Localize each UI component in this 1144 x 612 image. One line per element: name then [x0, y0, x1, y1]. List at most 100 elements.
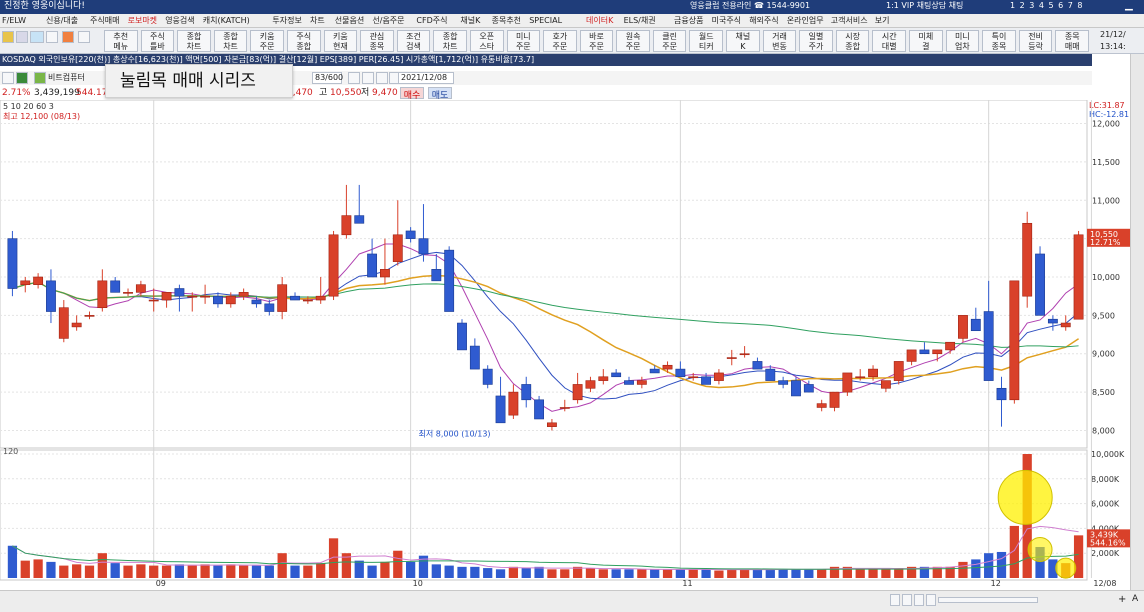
toolbar-button[interactable]: 일별 주가 — [799, 30, 833, 52]
menu-item[interactable]: 캐치(KATCH) — [203, 17, 250, 25]
zoom-in-icon[interactable]: + — [1118, 595, 1126, 605]
menu-item[interactable]: ELS/채권 — [624, 17, 656, 25]
vip-chat-label[interactable]: 1:1 VIP 채팅상담 채팅 — [886, 2, 963, 10]
cursor-tool-icon[interactable] — [348, 72, 360, 84]
sun-icon[interactable] — [30, 31, 44, 43]
toolbar-button[interactable]: 시간 대별 — [872, 30, 907, 52]
volume-bar — [650, 569, 660, 578]
zoom-tool-icon[interactable] — [362, 72, 374, 84]
chart-scroll-bar[interactable]: + A — [0, 590, 1144, 612]
candle-body — [392, 234, 403, 262]
sell-button[interactable]: 매도 — [428, 87, 452, 101]
candle-body — [636, 380, 647, 385]
menu-item[interactable]: F/ELW — [2, 17, 26, 25]
toolbar-button[interactable]: 주식 종합 — [286, 30, 321, 52]
candle-body — [7, 238, 18, 289]
monitor-icon[interactable] — [16, 31, 28, 43]
toolbar-button[interactable]: 시장 종합 — [835, 30, 870, 52]
toolbar-button[interactable]: 클린 주문 — [652, 30, 687, 52]
toolbar-button[interactable]: 호가 주문 — [543, 30, 577, 52]
toolbar-button[interactable]: 채널 K — [726, 30, 760, 52]
prev-icon[interactable] — [902, 594, 912, 606]
buy-button[interactable]: 매수 — [400, 87, 424, 101]
candle-body — [880, 380, 891, 389]
toolbar-button[interactable]: 주식 틀바 — [140, 30, 175, 52]
volume-bar — [33, 559, 43, 578]
gear-icon[interactable] — [78, 31, 90, 43]
menu-item[interactable]: 선/옵주문 — [372, 17, 404, 25]
toolbar-button[interactable]: 특이 종목 — [982, 30, 1016, 52]
menu-item[interactable]: 채널K — [460, 17, 480, 25]
chart-type-icon[interactable] — [16, 72, 28, 84]
menu-item[interactable]: 해외주식 — [749, 17, 778, 25]
toolbar-button[interactable]: 종합 차트 — [213, 30, 248, 52]
toolbar-button[interactable]: 원속 주문 — [616, 30, 650, 52]
menu-item[interactable]: 데이터K — [586, 17, 613, 25]
drawing-tools-panel[interactable] — [1130, 54, 1144, 590]
range-label: HC:-12.81 — [1089, 110, 1129, 119]
lock-icon[interactable] — [2, 31, 14, 43]
toolbar-button[interactable]: 오픈 스타 — [469, 30, 504, 52]
next-icon[interactable] — [926, 594, 936, 606]
menu-item[interactable]: 미국주식 — [712, 17, 741, 25]
toolbar-button[interactable]: 종합 차트 — [177, 30, 211, 52]
screen-number-buttons[interactable]: 1 2 3 4 5 6 7 8 — [1010, 2, 1084, 10]
toolbar-button[interactable]: 종목 매매 — [1055, 30, 1089, 52]
volume-bar — [239, 565, 249, 578]
minimize-icon[interactable]: ▁ — [1125, 1, 1133, 11]
dropdown-icon[interactable] — [46, 31, 58, 43]
play-icon[interactable] — [890, 594, 900, 606]
volume-bar — [958, 561, 968, 578]
menu-item[interactable]: 고객서비스 — [831, 17, 868, 25]
record-icon[interactable] — [62, 31, 74, 43]
menu-item[interactable]: 온라인업무 — [787, 17, 824, 25]
price-panel — [0, 99, 1088, 449]
toolbar-button[interactable]: 종합 차트 — [433, 30, 467, 52]
candle-body — [791, 380, 801, 397]
min-annotation: 최저 8,000 (10/13) — [419, 428, 491, 438]
toolbar-button[interactable]: 전비 등락 — [1018, 30, 1053, 52]
page-count[interactable]: 83/600 — [312, 72, 343, 84]
scroll-track[interactable] — [938, 597, 1038, 603]
toolbar-button[interactable]: 바로 주문 — [579, 30, 614, 52]
candle-body — [662, 364, 673, 370]
menu-item[interactable]: 종목추천 — [492, 17, 521, 25]
toolbar-button[interactable]: 미니 업차 — [945, 30, 980, 52]
menu-item[interactable]: 금융상품 — [674, 17, 703, 25]
price-tick-label: 11,500 — [1092, 158, 1120, 167]
toolbar-button[interactable]: 월드 티커 — [689, 30, 724, 52]
menu-item[interactable]: 선물옵션 — [335, 17, 364, 25]
save-icon[interactable] — [376, 72, 388, 84]
toolbar-button[interactable]: 관심 종목 — [360, 30, 394, 52]
stop-icon[interactable] — [914, 594, 924, 606]
candle-body — [893, 361, 904, 381]
autoscale-icon[interactable]: A — [1132, 595, 1138, 604]
stock-name[interactable]: 비트컴퓨터 — [48, 74, 85, 82]
search-icon[interactable] — [2, 72, 14, 84]
stock-type-icon[interactable] — [34, 72, 46, 84]
toolbar-button[interactable]: 미니 주문 — [506, 30, 541, 52]
menu-item[interactable]: 영웅검색 — [165, 17, 194, 25]
volume-bar — [611, 569, 621, 578]
volume-bar — [547, 569, 557, 578]
menu-item[interactable]: SPECIAL — [529, 17, 562, 25]
menu-item[interactable]: 투자정보 — [272, 17, 301, 25]
volume-bar — [701, 569, 711, 578]
toolbar-button[interactable]: 미체 결 — [909, 30, 943, 52]
date-field[interactable]: 2021/12/08 — [398, 72, 454, 84]
candle-body — [675, 368, 686, 378]
menu-item[interactable]: 로보마켓 — [128, 17, 157, 25]
menu-item[interactable]: 신용/대출 — [46, 17, 78, 25]
candle-body — [367, 253, 378, 278]
toolbar-button[interactable]: 추천 메뉴 — [104, 30, 138, 52]
last-price-pct: 12.71% — [1090, 238, 1121, 247]
menu-item[interactable]: 차트 — [310, 17, 325, 25]
menu-item[interactable]: CFD주식 — [416, 17, 447, 25]
toolbar-button[interactable]: 거래 변동 — [762, 30, 797, 52]
toolbar-button[interactable]: 조건 검색 — [396, 30, 431, 52]
menu-item[interactable]: 주식매매 — [90, 17, 119, 25]
price-chart[interactable]: 8,0008,5009,0009,50010,00010,50011,00011… — [0, 99, 1144, 590]
toolbar-button[interactable]: 키움 주문 — [250, 30, 284, 52]
toolbar-button[interactable]: 키움 현재 — [323, 30, 358, 52]
menu-item[interactable]: 보기 — [875, 17, 890, 25]
